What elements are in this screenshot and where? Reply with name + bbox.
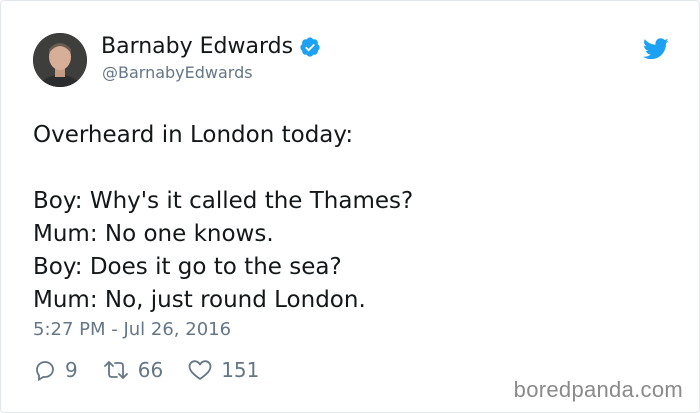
author-handle[interactable]: @BarnabyEdwards (102, 63, 253, 82)
tweet-actions: 9 66 151 (33, 358, 283, 382)
heart-icon (188, 360, 212, 380)
reply-button[interactable]: 9 (33, 358, 78, 382)
tweet-line: Mum: No one knows. (33, 221, 274, 247)
tweet-line: Boy: Why's it called the Thames? (33, 188, 414, 214)
retweet-button[interactable]: 66 (102, 358, 163, 382)
author-name-row: Barnaby Edwards (101, 34, 321, 59)
twitter-bird-icon[interactable] (643, 38, 669, 60)
tweet-line: Mum: No, just round London. (33, 287, 366, 313)
tweet-text: Overheard in London today: Boy: Why's it… (33, 119, 413, 317)
avatar-photo (33, 33, 87, 87)
retweet-count: 66 (137, 358, 164, 382)
retweet-icon (103, 361, 128, 379)
tweet-card: Barnaby Edwards @BarnabyEdwards Overhear… (0, 0, 700, 413)
watermark: boredpanda.com (513, 377, 683, 402)
tweet-line: Boy: Does it go to the sea? (33, 254, 342, 280)
like-count: 151 (221, 358, 260, 382)
like-button[interactable]: 151 (187, 358, 259, 382)
reply-count: 9 (65, 358, 78, 382)
avatar[interactable] (33, 33, 87, 87)
verified-badge-icon (299, 36, 321, 58)
author-name[interactable]: Barnaby Edwards (101, 34, 293, 59)
tweet-line: Overheard in London today: (33, 122, 354, 148)
tweet-timestamp[interactable]: 5:27 PM - Jul 26, 2016 (33, 319, 231, 340)
reply-icon (36, 361, 54, 382)
